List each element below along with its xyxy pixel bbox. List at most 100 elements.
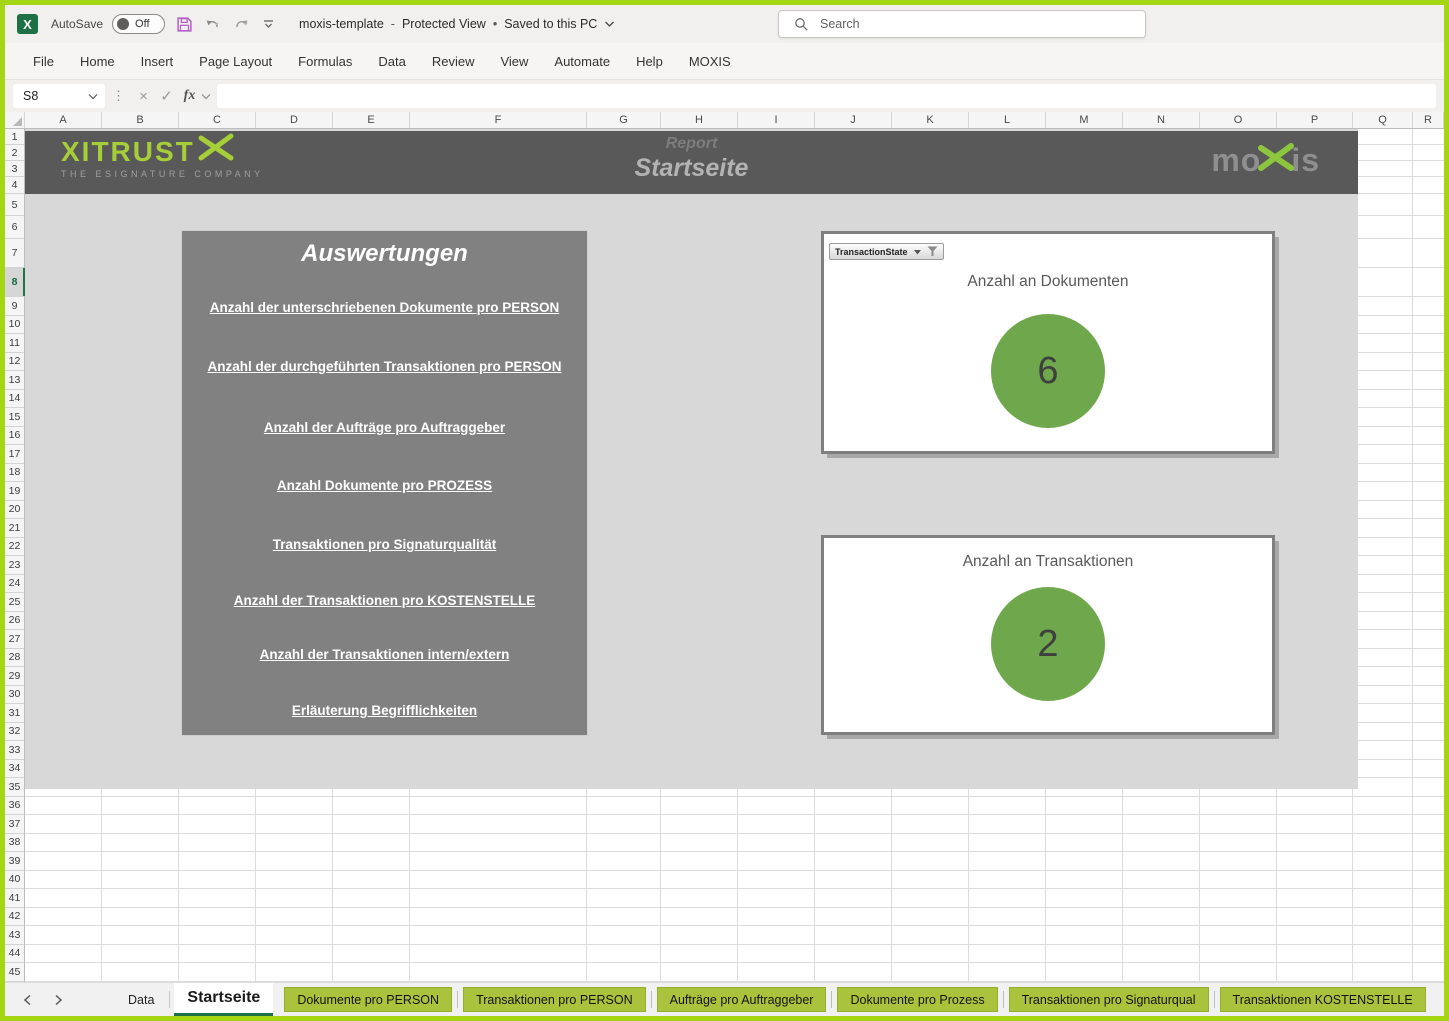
row-header-36[interactable]: 36	[5, 797, 24, 816]
menu-link-6[interactable]: Anzahl der Transaktionen pro KOSTENSTELL…	[182, 593, 587, 608]
row-header-13[interactable]: 13	[5, 371, 24, 390]
menu-link-7[interactable]: Anzahl der Transaktionen intern/extern	[182, 647, 587, 662]
formula-input[interactable]	[217, 84, 1436, 108]
sheet-tab-dokumente-pro-prozess[interactable]: Dokumente pro Prozess	[837, 987, 997, 1012]
row-header-31[interactable]: 31	[5, 704, 24, 723]
redo-icon[interactable]	[233, 16, 251, 32]
column-header-F[interactable]: F	[410, 112, 587, 128]
column-header-L[interactable]: L	[969, 112, 1046, 128]
row-header-2[interactable]: 2	[5, 145, 24, 161]
column-header-A[interactable]: A	[25, 112, 102, 128]
row-header-30[interactable]: 30	[5, 686, 24, 705]
row-header-23[interactable]: 23	[5, 556, 24, 575]
name-box[interactable]: S8	[13, 84, 105, 108]
cancel-icon[interactable]: ×	[132, 84, 155, 108]
cells-region[interactable]: XITRUST THE ESIGNATURE COMPANY Report St…	[25, 129, 1444, 982]
row-header-14[interactable]: 14	[5, 390, 24, 409]
row-header-22[interactable]: 22	[5, 538, 24, 557]
menu-link-4[interactable]: Anzahl Dokumente pro PROZESS	[182, 478, 587, 493]
row-header-44[interactable]: 44	[5, 945, 24, 964]
row-header-10[interactable]: 10	[5, 316, 24, 335]
sheet-tab-dokumente-pro-person[interactable]: Dokumente pro PERSON	[284, 987, 452, 1012]
row-header-6[interactable]: 6	[5, 216, 24, 239]
excel-app-icon[interactable]: X	[17, 14, 38, 34]
menu-link-2[interactable]: Anzahl der durchgeführten Transaktionen …	[182, 359, 587, 374]
kpi-card-transaktionen[interactable]: Anzahl an Transaktionen 2	[821, 535, 1275, 735]
column-header-P[interactable]: P	[1277, 112, 1353, 128]
column-header-I[interactable]: I	[738, 112, 815, 128]
column-header-E[interactable]: E	[333, 112, 410, 128]
column-header-M[interactable]: M	[1046, 112, 1123, 128]
kpi-card-dokumente[interactable]: TransactionState Anzahl an Dokumenten 6	[821, 231, 1275, 454]
row-header-9[interactable]: 9	[5, 297, 24, 316]
row-header-20[interactable]: 20	[5, 501, 24, 520]
column-header-R[interactable]: R	[1413, 112, 1444, 128]
sheet-tab-startseite[interactable]: Startseite	[174, 983, 273, 1016]
column-header-B[interactable]: B	[102, 112, 179, 128]
row-header-15[interactable]: 15	[5, 408, 24, 427]
column-header-D[interactable]: D	[256, 112, 333, 128]
column-header-J[interactable]: J	[815, 112, 892, 128]
row-header-7[interactable]: 7	[5, 239, 24, 268]
row-header-26[interactable]: 26	[5, 612, 24, 631]
sheet-tab-transaktionen-pro-signaturqual[interactable]: Transaktionen pro Signaturqual	[1009, 987, 1209, 1012]
row-header-21[interactable]: 21	[5, 519, 24, 538]
transactionstate-filter-button[interactable]: TransactionState	[829, 243, 944, 260]
row-header-12[interactable]: 12	[5, 353, 24, 372]
select-all-corner[interactable]	[5, 112, 25, 128]
row-header-29[interactable]: 29	[5, 667, 24, 686]
ribbon-tab-insert[interactable]: Insert	[128, 43, 187, 79]
formula-bar-handle[interactable]: ⋮	[112, 88, 125, 104]
ribbon-tab-page-layout[interactable]: Page Layout	[186, 43, 285, 79]
row-header-25[interactable]: 25	[5, 593, 24, 612]
sheet-tab-data[interactable]: Data	[113, 983, 169, 1016]
search-input[interactable]: Search	[778, 10, 1146, 38]
row-header-40[interactable]: 40	[5, 871, 24, 890]
row-header-39[interactable]: 39	[5, 852, 24, 871]
row-header-11[interactable]: 11	[5, 334, 24, 353]
sheet-tab-transaktionen-kostenstelle[interactable]: Transaktionen KOSTENSTELLE	[1220, 987, 1426, 1012]
row-header-4[interactable]: 4	[5, 177, 24, 194]
row-header-43[interactable]: 43	[5, 926, 24, 945]
ribbon-tab-data[interactable]: Data	[365, 43, 418, 79]
ribbon-tab-home[interactable]: Home	[67, 43, 128, 79]
row-header-24[interactable]: 24	[5, 575, 24, 594]
customize-quick-access-toolbar-icon[interactable]	[262, 18, 275, 30]
column-header-K[interactable]: K	[892, 112, 969, 128]
column-header-O[interactable]: O	[1200, 112, 1277, 128]
row-header-33[interactable]: 33	[5, 741, 24, 760]
save-icon[interactable]	[176, 16, 193, 33]
menu-link-3[interactable]: Anzahl der Aufträge pro Auftraggeber	[182, 420, 587, 435]
row-header-16[interactable]: 16	[5, 427, 24, 446]
column-header-Q[interactable]: Q	[1353, 112, 1413, 128]
menu-link-5[interactable]: Transaktionen pro Signaturqualität	[182, 537, 587, 552]
row-header-35[interactable]: 35	[5, 778, 24, 797]
autosave-toggle[interactable]: Off	[112, 14, 165, 34]
row-header-32[interactable]: 32	[5, 723, 24, 742]
row-header-1[interactable]: 1	[5, 129, 24, 145]
column-header-N[interactable]: N	[1123, 112, 1200, 128]
document-title[interactable]: moxis-template - Protected View • Saved …	[299, 17, 615, 31]
ribbon-tab-help[interactable]: Help	[623, 43, 676, 79]
row-header-28[interactable]: 28	[5, 649, 24, 668]
menu-link-1[interactable]: Anzahl der unterschriebenen Dokumente pr…	[182, 300, 587, 315]
insert-function-icon[interactable]: fx	[178, 84, 201, 108]
column-header-C[interactable]: C	[179, 112, 256, 128]
row-header-34[interactable]: 34	[5, 760, 24, 779]
row-header-42[interactable]: 42	[5, 908, 24, 927]
ribbon-tab-automate[interactable]: Automate	[541, 43, 623, 79]
menu-link-8[interactable]: Erläuterung Begrifflichkeiten	[182, 703, 587, 718]
enter-icon[interactable]: ✓	[155, 84, 178, 108]
ribbon-tab-file[interactable]: File	[20, 43, 67, 79]
row-header-27[interactable]: 27	[5, 630, 24, 649]
row-header-17[interactable]: 17	[5, 445, 24, 464]
column-header-G[interactable]: G	[587, 112, 661, 128]
column-header-H[interactable]: H	[661, 112, 738, 128]
row-header-41[interactable]: 41	[5, 889, 24, 908]
ribbon-tab-review[interactable]: Review	[419, 43, 488, 79]
row-header-38[interactable]: 38	[5, 834, 24, 853]
row-header-3[interactable]: 3	[5, 161, 24, 177]
row-header-5[interactable]: 5	[5, 194, 24, 216]
undo-icon[interactable]	[204, 16, 222, 32]
row-header-18[interactable]: 18	[5, 464, 24, 483]
